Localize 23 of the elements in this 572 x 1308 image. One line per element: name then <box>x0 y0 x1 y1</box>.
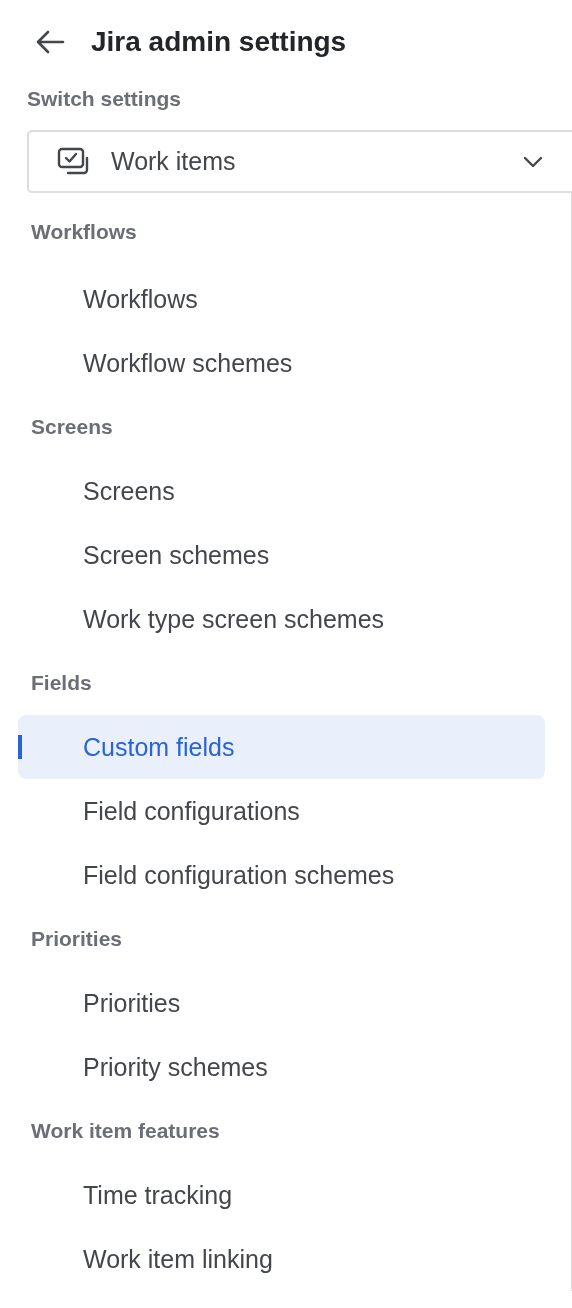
section-heading: Fields <box>30 670 93 696</box>
section-heading: Screens <box>30 414 114 440</box>
nav-item[interactable]: Work type screen schemes <box>18 587 545 651</box>
checked-cards-icon <box>57 146 91 177</box>
nav-item[interactable]: Workflow schemes <box>18 331 545 395</box>
nav-item[interactable]: Priorities <box>18 971 545 1035</box>
switch-settings-label: Switch settings <box>26 86 183 112</box>
chevron-down-icon <box>523 155 543 168</box>
back-arrow-icon <box>35 30 65 54</box>
nav-item[interactable]: Priority schemes <box>18 1035 545 1099</box>
nav-item[interactable]: Field configuration schemes <box>18 843 545 907</box>
nav-item[interactable]: Field configurations <box>18 779 545 843</box>
section-heading: Priorities <box>30 926 124 952</box>
settings-dropdown[interactable]: Work items <box>27 130 572 193</box>
nav-item[interactable]: Work item linking <box>18 1227 545 1291</box>
section-heading: Workflows <box>30 219 138 245</box>
nav-item[interactable]: Time tracking <box>18 1163 545 1227</box>
nav-item[interactable]: Screens <box>18 459 545 523</box>
nav-item[interactable]: Workflows <box>18 267 545 331</box>
nav-item[interactable]: Screen schemes <box>18 523 545 587</box>
section-heading: Work item features <box>30 1118 221 1144</box>
page-title: Jira admin settings <box>91 26 347 58</box>
nav-item[interactable]: Custom fields <box>18 715 545 779</box>
